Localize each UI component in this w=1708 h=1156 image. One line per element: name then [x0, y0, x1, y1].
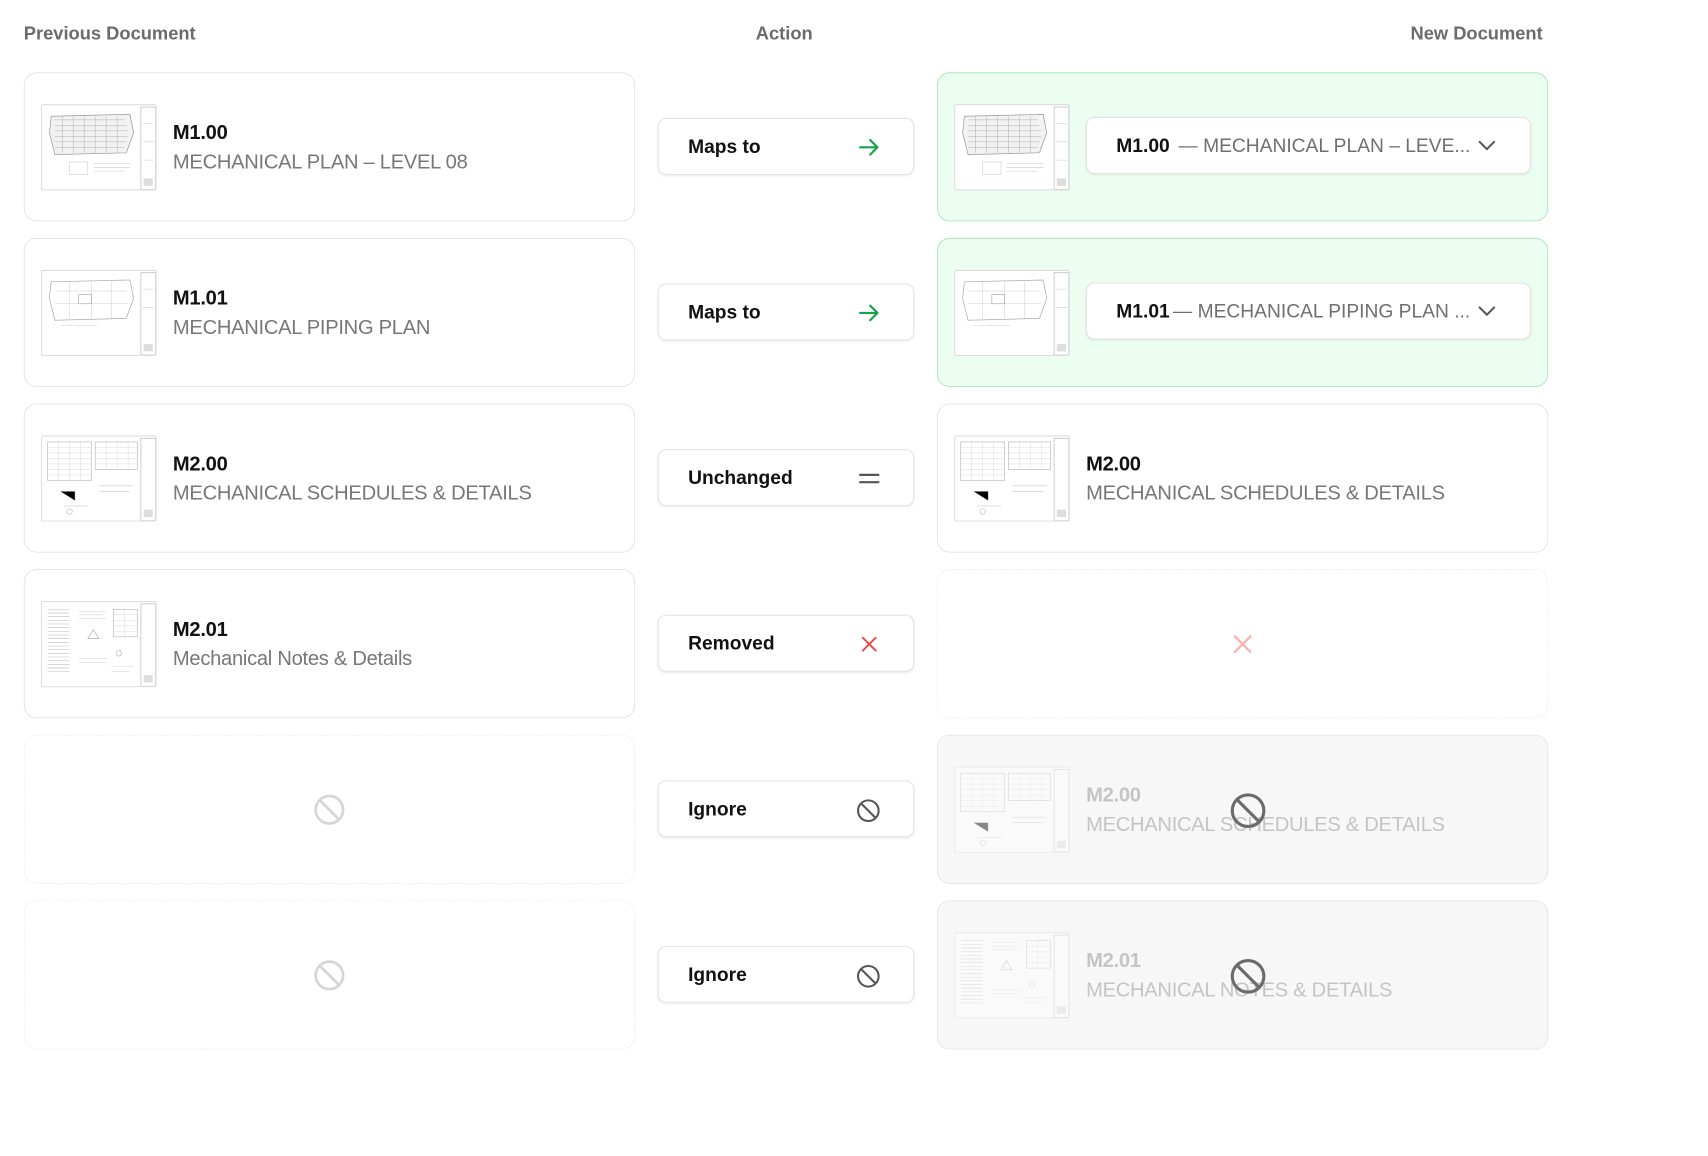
select-sheet-code: M1.01	[1116, 301, 1170, 323]
select-sheet-title: — MECHANICAL PIPING PLAN ...	[1173, 301, 1471, 323]
new-document-select[interactable]: M1.01 — MECHANICAL PIPING PLAN ...	[1086, 282, 1531, 340]
action-label: Ignore	[688, 798, 747, 820]
previous-document-card: M1.00 MECHANICAL PLAN – LEVEL 08	[23, 72, 636, 222]
equals-icon	[859, 473, 880, 484]
sheet-code: M2.00	[1086, 783, 1141, 807]
ban-icon	[855, 963, 882, 990]
previous-document-card: M2.00 MECHANICAL SCHEDULES & DETAILS	[23, 403, 636, 553]
ignored-new-document-card: M2.00 MECHANICAL SCHEDULES & DETAILS	[936, 734, 1549, 884]
maps-to-button[interactable]: Maps to	[657, 118, 915, 175]
select-sheet-title: — MECHANICAL PLAN – LEVE...	[1178, 135, 1471, 157]
maps-to-button[interactable]: Maps to	[657, 283, 915, 341]
sheet-title: MECHANICAL SCHEDULES & DETAILS	[172, 481, 532, 505]
new-document-header: New Document	[1410, 23, 1543, 44]
x-icon	[856, 631, 882, 657]
previous-document-header: Previous Document	[23, 23, 196, 44]
action-label: Unchanged	[688, 467, 793, 489]
sheet-thumbnail	[954, 104, 1070, 191]
new-document-select[interactable]: M1.00 — MECHANICAL PLAN – LEVE...	[1086, 117, 1531, 174]
empty-previous-card	[23, 900, 636, 1050]
sheet-title: MECHANICAL PLAN – LEVEL 08	[172, 150, 468, 173]
sheet-thumbnail	[954, 766, 1070, 853]
sheet-code: M1.01	[172, 286, 228, 310]
sheet-code: M2.00	[1086, 452, 1141, 475]
previous-document-card: M1.01 MECHANICAL PIPING PLAN	[23, 237, 636, 388]
ignore-button[interactable]: Ignore	[657, 946, 915, 1003]
ignored-new-document-card: M2.01 MECHANICAL NOTES & DETAILS	[936, 900, 1549, 1050]
ban-icon	[855, 797, 882, 824]
chevron-down-icon	[1478, 140, 1496, 151]
ban-icon	[1227, 790, 1269, 832]
sheet-thumbnail	[954, 435, 1070, 522]
sheet-thumbnail	[954, 269, 1070, 356]
sheet-code: M2.01	[172, 617, 228, 641]
action-label: Ignore	[688, 964, 747, 986]
sheet-title: MECHANICAL SCHEDULES & DETAILS	[1086, 481, 1445, 505]
ignore-button[interactable]: Ignore	[657, 780, 915, 838]
action-label: Maps to	[688, 136, 761, 158]
action-header: Action	[755, 23, 813, 44]
sheet-thumbnail	[41, 435, 157, 522]
sheet-thumbnail	[41, 104, 157, 191]
ban-icon	[311, 957, 348, 994]
sheet-title: Mechanical Notes & Details	[172, 646, 412, 670]
new-document-card: M1.00 — MECHANICAL PLAN – LEVE...	[936, 72, 1549, 222]
arrow-right-icon	[859, 304, 879, 322]
unchanged-button[interactable]: Unchanged	[657, 449, 915, 506]
empty-previous-card	[23, 734, 636, 884]
action-label: Maps to	[688, 301, 761, 323]
action-label: Removed	[688, 633, 775, 655]
removed-placeholder-card	[936, 569, 1549, 719]
x-icon	[1227, 628, 1258, 659]
sheet-code: M1.00	[172, 120, 228, 144]
select-sheet-code: M1.00	[1116, 135, 1170, 157]
ban-icon	[311, 791, 348, 828]
sheet-code: M2.01	[1086, 948, 1141, 972]
new-document-card: M2.00 MECHANICAL SCHEDULES & DETAILS	[936, 403, 1549, 553]
sheet-thumbnail	[41, 269, 157, 356]
arrow-right-icon	[859, 138, 879, 156]
ban-icon	[1227, 955, 1269, 997]
sheet-code: M2.00	[172, 452, 228, 475]
removed-button[interactable]: Removed	[657, 614, 915, 672]
sheet-thumbnail	[41, 601, 157, 688]
previous-document-card: M2.01 Mechanical Notes & Details	[23, 569, 636, 719]
sheet-title: MECHANICAL PIPING PLAN	[172, 315, 431, 339]
new-document-card: M1.01 — MECHANICAL PIPING PLAN ...	[936, 237, 1549, 388]
sheet-thumbnail	[954, 932, 1070, 1019]
chevron-down-icon	[1478, 306, 1496, 316]
